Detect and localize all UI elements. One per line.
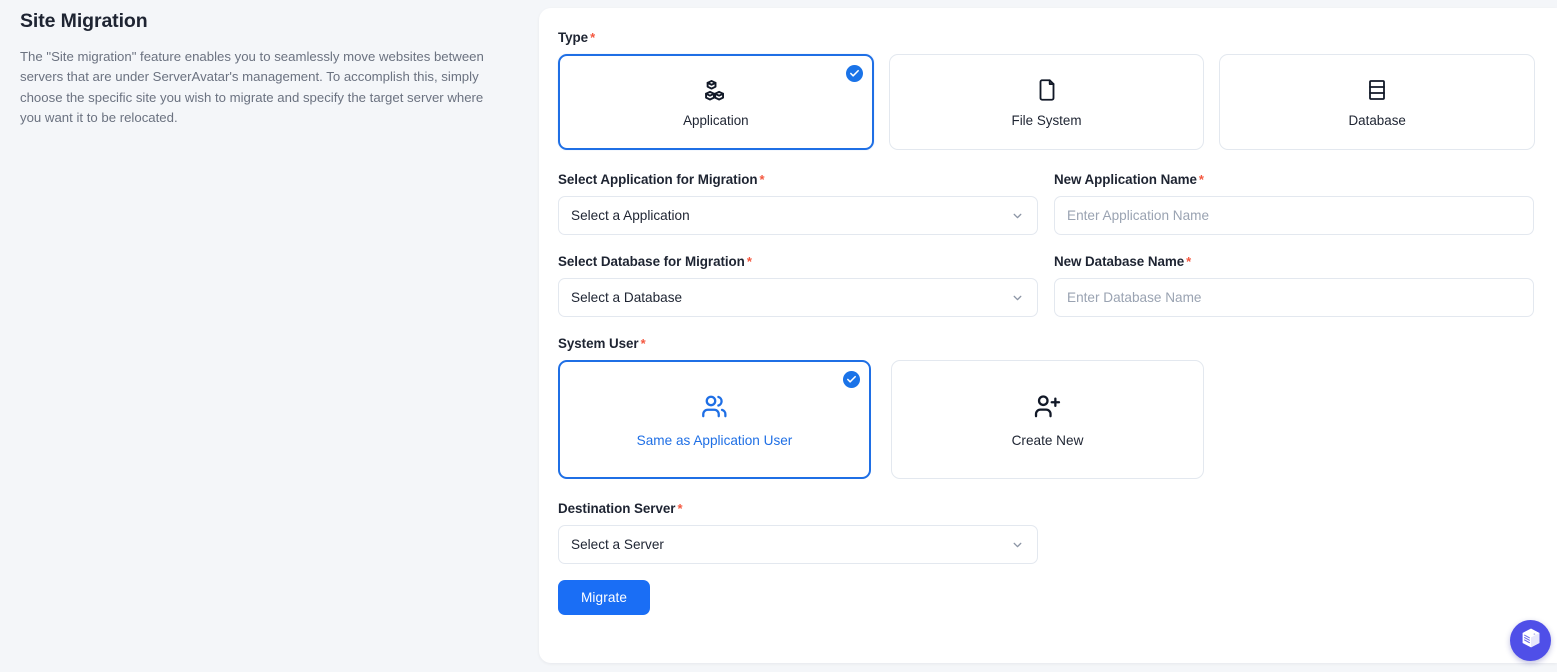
new-database-name-placeholder: Enter Database Name <box>1067 290 1202 305</box>
required-asterisk: * <box>1198 172 1204 187</box>
migration-form-card: Type * Application File System Database … <box>539 8 1557 663</box>
select-application-dropdown[interactable]: Select a Application <box>558 196 1038 235</box>
system-user-label-text: System User <box>558 336 639 351</box>
check-icon <box>845 65 863 82</box>
new-database-name-input[interactable]: Enter Database Name <box>1054 278 1534 317</box>
new-application-name-input[interactable]: Enter Application Name <box>1054 196 1534 235</box>
check-icon <box>843 371 860 388</box>
required-asterisk: * <box>1186 254 1192 269</box>
select-database-label-text: Select Database for Migration <box>558 254 745 269</box>
type-option-application[interactable]: Application <box>558 54 874 150</box>
system-user-option-create-new-label: Create New <box>1011 433 1084 448</box>
type-option-database-label: Database <box>1348 113 1406 128</box>
type-option-application-label: Application <box>683 113 749 128</box>
help-widget-button[interactable] <box>1510 620 1551 661</box>
type-options-group: Application File System Database <box>558 54 1536 150</box>
page-description-text: The "Site migration" feature enables you… <box>20 49 484 126</box>
system-user-option-same-as-application-user[interactable]: Same as Application User <box>558 360 871 479</box>
select-application-field: Select Application for Migration * Select… <box>558 172 1038 235</box>
select-application-label: Select Application for Migration * <box>558 172 1038 187</box>
migrate-button[interactable]: Migrate <box>558 580 651 615</box>
system-user-options-group: Same as Application User Create New <box>558 360 1535 479</box>
destination-server-dropdown[interactable]: Select a Server <box>558 525 1038 564</box>
new-database-name-label-text: New Database Name <box>1054 254 1185 269</box>
new-application-name-label-text: New Application Name <box>1054 172 1197 187</box>
chevron-down-icon <box>1011 209 1024 222</box>
chevron-down-icon <box>1011 291 1024 304</box>
page-title: Site Migration <box>20 10 148 32</box>
required-asterisk: * <box>746 254 752 269</box>
select-database-field: Select Database for Migration * Select a … <box>558 254 1038 317</box>
required-asterisk: * <box>590 30 596 45</box>
type-label-text: Type <box>558 30 589 45</box>
select-application-label-text: Select Application for Migration <box>558 172 758 187</box>
system-user-option-create-new[interactable]: Create New <box>891 360 1204 479</box>
type-option-database[interactable]: Database <box>1219 54 1536 150</box>
system-user-label: System User * <box>558 336 1535 351</box>
type-label: Type * <box>558 30 1535 45</box>
chevron-down-icon <box>1011 538 1024 551</box>
new-database-name-label: New Database Name * <box>1054 254 1534 269</box>
destination-server-label-text: Destination Server <box>558 501 676 516</box>
required-asterisk: * <box>677 501 683 516</box>
select-database-value: Select a Database <box>571 290 683 305</box>
system-user-option-same-label: Same as Application User <box>636 433 793 448</box>
new-application-name-label: New Application Name * <box>1054 172 1534 187</box>
select-application-value: Select a Application <box>571 208 690 223</box>
required-asterisk: * <box>640 336 646 351</box>
required-asterisk: * <box>759 172 765 187</box>
database-fields-row: Select Database for Migration * Select a … <box>558 254 1535 336</box>
file-icon <box>1034 76 1060 104</box>
destination-server-field: Destination Server * Select a Server <box>558 501 1535 564</box>
application-fields-row: Select Application for Migration * Select… <box>558 172 1535 254</box>
select-database-dropdown[interactable]: Select a Database <box>558 278 1038 317</box>
select-database-label: Select Database for Migration * <box>558 254 1038 269</box>
destination-server-value: Select a Server <box>571 537 664 552</box>
user-plus-icon <box>1033 391 1062 421</box>
type-option-file-system[interactable]: File System <box>888 54 1205 150</box>
new-application-name-field: New Application Name * Enter Application … <box>1054 172 1534 235</box>
boxes-icon <box>702 76 729 104</box>
users-icon <box>700 391 729 421</box>
new-application-name-placeholder: Enter Application Name <box>1067 208 1210 223</box>
new-database-name-field: New Database Name * Enter Database Name <box>1054 254 1534 317</box>
type-option-file-system-label: File System <box>1011 113 1082 128</box>
page-description-panel: Site Migration The "Site migration" feat… <box>0 0 539 672</box>
cube-logo-icon <box>1519 626 1543 655</box>
destination-server-label: Destination Server * <box>558 501 1535 516</box>
database-icon <box>1365 76 1389 104</box>
